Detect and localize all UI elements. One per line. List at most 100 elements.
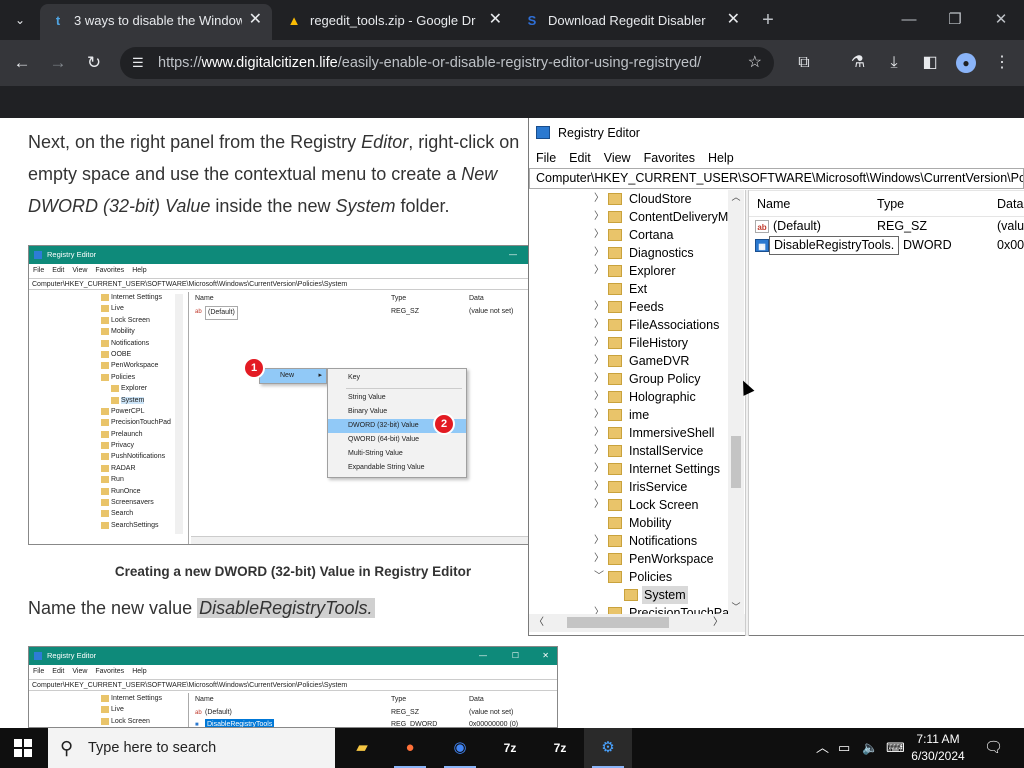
labs-flask-icon[interactable]: ⚗ — [846, 51, 870, 75]
chevron-right-icon[interactable]: 〉 — [593, 226, 605, 244]
tab-article[interactable]: t 3 ways to disable the Windows ✕ — [40, 4, 272, 40]
tree-node[interactable]: 〉 Internet Settings — [529, 460, 729, 478]
forward-arrow-icon[interactable]: → — [46, 51, 70, 75]
address-bar[interactable]: ☰ https://www.digitalcitizen.life/easily… — [120, 47, 774, 79]
7zip-icon[interactable]: 7z — [536, 728, 584, 768]
new-tab-button[interactable]: + — [758, 8, 778, 32]
chevron-right-icon[interactable]: 〉 — [593, 370, 605, 388]
close-window-icon[interactable]: ✕ — [986, 6, 1016, 34]
tree-node-selected[interactable]: System — [529, 586, 729, 604]
chevron-right-icon[interactable]: 〉 — [593, 460, 605, 478]
back-arrow-icon[interactable]: ← — [10, 51, 34, 75]
tree-node[interactable]: 〉 Feeds — [529, 298, 729, 316]
chevron-right-icon[interactable]: 〉 — [593, 388, 605, 406]
tree-node[interactable]: 〉 Cortana — [529, 226, 729, 244]
scrollbar-thumb[interactable] — [731, 436, 741, 488]
tree-node[interactable]: 〉 Holographic — [529, 388, 729, 406]
firefox-icon[interactable]: ● — [386, 728, 434, 768]
chevron-down-icon[interactable]: ﹀ — [593, 568, 605, 586]
chevron-right-icon[interactable]: 〉 — [593, 316, 605, 334]
regedit-titlebar[interactable]: Registry Editor — [529, 118, 1024, 148]
profile-avatar-icon[interactable]: ● — [956, 53, 976, 73]
chevron-right-icon[interactable]: 〉 — [593, 334, 605, 352]
tree-node[interactable]: 〉 ContentDeliveryManager — [529, 208, 730, 226]
menu-favorites[interactable]: Favorites — [644, 151, 695, 165]
7zip-icon[interactable]: 7z — [486, 728, 534, 768]
tree-node[interactable]: 〉 FileAssociations — [529, 316, 729, 334]
browser-menu-icon[interactable]: ⋮ — [990, 51, 1014, 75]
tab-regedit-disabler[interactable]: S Download Regedit Disabler ✕ — [514, 4, 750, 40]
tree-node[interactable]: Mobility — [529, 514, 729, 532]
regedit-taskbar-icon[interactable]: ⚙ — [584, 728, 632, 768]
tree-node[interactable]: 〉 GameDVR — [529, 352, 729, 370]
keyboard-icon[interactable]: ⌨ — [886, 728, 905, 768]
tree-node[interactable]: 〉 CloudStore — [529, 190, 729, 208]
highlighted-text[interactable]: DisableRegistryTools. — [197, 598, 375, 618]
site-info-icon[interactable]: ☰ — [132, 47, 144, 79]
chevron-right-icon[interactable]: 〉 — [593, 532, 605, 550]
tree-node[interactable]: 〉 Group Policy — [529, 370, 729, 388]
menu-help[interactable]: Help — [708, 151, 734, 165]
chevron-up-icon[interactable]: ︿ — [816, 728, 829, 768]
rename-value-input[interactable]: DisableRegistryTools. — [769, 236, 900, 255]
regedit-values-list[interactable]: Name Type Data ab (Default) REG_SZ (valu… — [749, 190, 1024, 636]
scroll-left-icon[interactable]: 〈 — [532, 614, 546, 632]
tab-google-drive[interactable]: ▲ regedit_tools.zip - Google Driv ✕ — [276, 4, 512, 40]
menu-edit[interactable]: Edit — [569, 151, 591, 165]
chevron-right-icon[interactable]: 〉 — [593, 298, 605, 316]
network-icon[interactable]: ▭ — [838, 728, 850, 768]
close-tab-icon[interactable]: ✕ — [249, 4, 262, 36]
chevron-right-icon[interactable]: 〉 — [593, 442, 605, 460]
tree-horizontal-scrollbar[interactable]: 〈 〉 — [529, 614, 745, 632]
tree-node-expanded[interactable]: ﹀ Policies — [529, 568, 729, 586]
chevron-right-icon[interactable]: 〉 — [593, 424, 605, 442]
chevron-right-icon[interactable]: 〉 — [593, 208, 605, 226]
chevron-right-icon[interactable]: 〉 — [593, 262, 605, 280]
chevron-right-icon[interactable]: 〉 — [593, 244, 605, 262]
menu-view[interactable]: View — [604, 151, 631, 165]
close-tab-icon[interactable]: ✕ — [727, 4, 740, 36]
tree-node[interactable]: 〉 InstallService — [529, 442, 729, 460]
menu-file[interactable]: File — [536, 151, 556, 165]
tree-node[interactable]: 〉 ImmersiveShell — [529, 424, 729, 442]
chevron-right-icon[interactable]: 〉 — [593, 550, 605, 568]
scroll-up-icon[interactable]: ︿ — [728, 190, 744, 204]
value-row[interactable]: ab (Default) REG_SZ (value — [749, 217, 1024, 236]
chrome-icon[interactable]: ◉ — [436, 728, 484, 768]
tree-node[interactable]: 〉 Lock Screen — [529, 496, 729, 514]
close-tab-icon[interactable]: ✕ — [489, 4, 502, 36]
tree-node[interactable]: 〉 Notifications — [529, 532, 729, 550]
tree-node[interactable]: 〉 PenWorkspace — [529, 550, 729, 568]
tree-node[interactable]: 〉 ime — [529, 406, 729, 424]
chevron-right-icon[interactable]: 〉 — [593, 190, 605, 208]
scroll-right-icon[interactable]: 〉 — [711, 614, 725, 632]
tree-node[interactable]: 〉 Diagnostics — [529, 244, 729, 262]
file-explorer-icon[interactable]: ▰ — [338, 728, 386, 768]
value-row-editing[interactable]: ▦ DisableRegistryTools. DWORD 0x000 — [749, 236, 1024, 255]
scrollbar-thumb[interactable] — [567, 617, 669, 628]
chevron-right-icon[interactable]: 〉 — [593, 478, 605, 496]
windows-start-icon[interactable] — [14, 739, 32, 757]
taskbar-search-box[interactable]: ⚲ Type here to search — [48, 728, 335, 768]
restore-icon[interactable]: ❐ — [940, 6, 970, 34]
tab-search-button[interactable]: ⌄ — [8, 8, 32, 32]
tree-node[interactable]: 〉 Explorer — [529, 262, 729, 280]
download-icon[interactable]: ⤓ — [882, 51, 906, 75]
column-header-data[interactable]: Data — [997, 191, 1023, 217]
chevron-right-icon[interactable]: 〉 — [593, 352, 605, 370]
reload-icon[interactable]: ↻ — [82, 51, 106, 75]
tree-node[interactable]: 〉 FileHistory — [529, 334, 729, 352]
chevron-right-icon[interactable]: 〉 — [593, 406, 605, 424]
scroll-down-icon[interactable]: ﹀ — [728, 600, 744, 614]
minimize-icon[interactable]: — — [894, 6, 924, 34]
chevron-right-icon[interactable]: 〉 — [593, 496, 605, 514]
column-header-name[interactable]: Name — [757, 191, 790, 217]
tree-node[interactable]: Ext — [529, 280, 729, 298]
side-panel-icon[interactable]: ◧ — [918, 51, 942, 75]
extensions-icon[interactable]: ⧉ — [792, 51, 816, 75]
volume-muted-icon[interactable]: 🔈 — [862, 728, 878, 768]
column-header-type[interactable]: Type — [877, 191, 904, 217]
taskbar-clock[interactable]: 7:11 AM 6/30/2024 — [906, 731, 970, 765]
tree-node[interactable]: 〉 IrisService — [529, 478, 729, 496]
tree-vertical-scrollbar[interactable]: ︿ ﹀ — [728, 190, 744, 614]
